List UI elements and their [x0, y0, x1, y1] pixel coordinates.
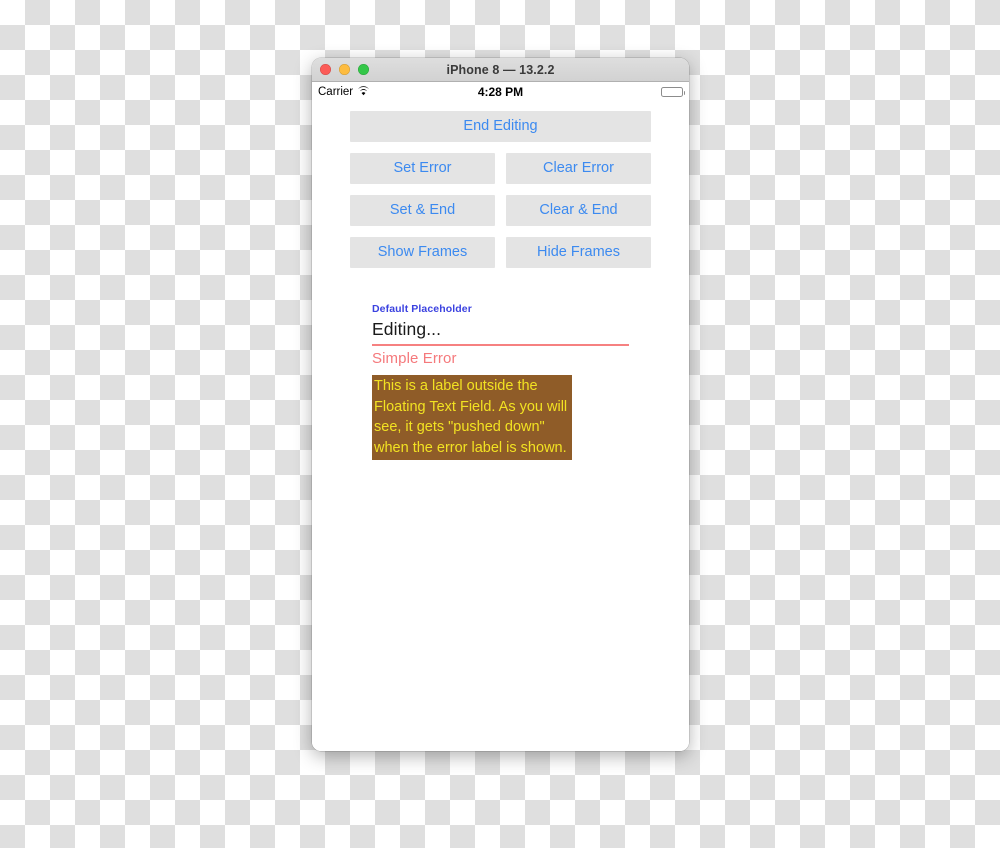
window-title-bar[interactable]: iPhone 8 — 13.2.2	[312, 58, 689, 82]
floating-placeholder-label: Default Placeholder	[372, 303, 472, 315]
text-field-underline	[372, 344, 629, 346]
carrier-label: Carrier	[318, 86, 354, 98]
clear-and-end-button[interactable]: Clear & End	[506, 195, 651, 226]
clear-error-button[interactable]: Clear Error	[506, 153, 651, 184]
end-editing-button[interactable]: End Editing	[350, 111, 651, 142]
button-row-3: Set & End Clear & End	[312, 195, 689, 226]
status-bar-right	[597, 86, 685, 98]
text-field-input[interactable]: Editing...	[372, 317, 629, 341]
set-error-button[interactable]: Set Error	[350, 153, 495, 184]
outside-description-label: This is a label outside the Floating Tex…	[372, 375, 572, 460]
button-row-4: Show Frames Hide Frames	[312, 237, 689, 268]
show-frames-button[interactable]: Show Frames	[350, 237, 495, 268]
status-bar-left: Carrier	[318, 85, 404, 99]
status-bar-time: 4:28 PM	[477, 85, 524, 99]
minimize-window-icon[interactable]	[339, 64, 350, 75]
button-row-1: End Editing	[312, 111, 689, 142]
app-content: End Editing Set Error Clear Error Set & …	[312, 111, 689, 460]
close-window-icon[interactable]	[320, 64, 331, 75]
battery-full-icon	[661, 86, 685, 98]
floating-text-field: Default Placeholder Editing... Simple Er…	[312, 303, 689, 369]
ios-status-bar: Carrier 4:28 PM	[312, 82, 689, 102]
button-row-2: Set Error Clear Error	[312, 153, 689, 184]
maximize-window-icon[interactable]	[358, 64, 369, 75]
traffic-light-group	[320, 58, 369, 81]
error-label: Simple Error	[372, 350, 457, 367]
wifi-icon	[357, 85, 370, 99]
set-and-end-button[interactable]: Set & End	[350, 195, 495, 226]
hide-frames-button[interactable]: Hide Frames	[506, 237, 651, 268]
device-screen: Carrier 4:28 PM End Editing Set Error Cl…	[312, 82, 689, 751]
simulator-window: iPhone 8 — 13.2.2 Carrier 4:28 PM End Ed…	[312, 58, 689, 751]
